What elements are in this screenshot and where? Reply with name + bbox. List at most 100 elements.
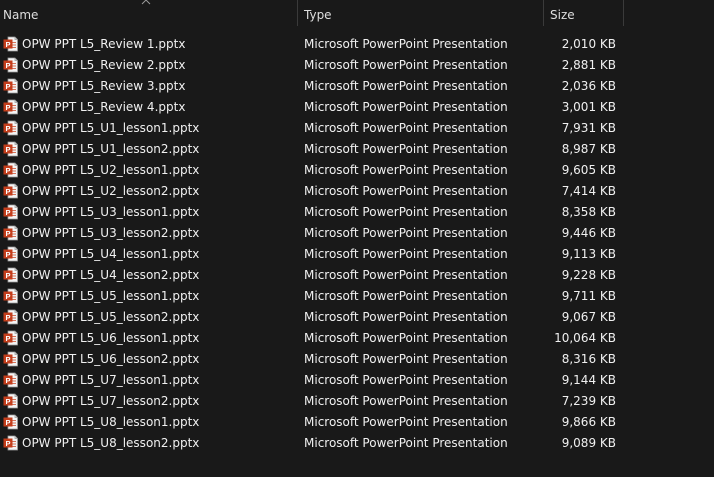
file-list: P OPW PPT L5_Review 1.pptx Microsoft Power… bbox=[0, 34, 714, 454]
file-name[interactable]: OPW PPT L5_U2_lesson2.pptx bbox=[22, 181, 199, 202]
file-row[interactable]: P OPW PPT L5_U7_lesson2.pptx Microsoft Pow… bbox=[0, 391, 714, 412]
file-type: Microsoft PowerPoint Presentation bbox=[304, 289, 508, 303]
file-size: 2,881 KB bbox=[561, 58, 616, 72]
file-name[interactable]: OPW PPT L5_Review 1.pptx bbox=[22, 34, 185, 55]
column-header-bar: Name Type Size bbox=[0, 0, 714, 28]
powerpoint-file-icon: P bbox=[3, 57, 18, 73]
file-type: Microsoft PowerPoint Presentation bbox=[304, 331, 508, 345]
file-row[interactable]: P OPW PPT L5_Review 1.pptx Microsoft Power… bbox=[0, 34, 714, 55]
svg-text:P: P bbox=[5, 40, 10, 49]
powerpoint-file-icon: P bbox=[3, 204, 18, 220]
file-size: 3,001 KB bbox=[561, 100, 616, 114]
powerpoint-file-icon: P bbox=[3, 78, 18, 94]
file-name[interactable]: OPW PPT L5_U7_lesson2.pptx bbox=[22, 391, 199, 412]
file-name[interactable]: OPW PPT L5_Review 3.pptx bbox=[22, 76, 185, 97]
file-size: 9,067 KB bbox=[561, 310, 616, 324]
svg-text:P: P bbox=[5, 418, 10, 427]
file-name[interactable]: OPW PPT L5_U8_lesson1.pptx bbox=[22, 412, 199, 433]
file-size: 9,228 KB bbox=[561, 268, 616, 282]
file-name[interactable]: OPW PPT L5_U1_lesson1.pptx bbox=[22, 118, 199, 139]
file-row[interactable]: P OPW PPT L5_U8_lesson2.pptx Microsoft Pow… bbox=[0, 433, 714, 454]
file-size: 10,064 KB bbox=[554, 331, 616, 345]
file-type: Microsoft PowerPoint Presentation bbox=[304, 79, 508, 93]
file-name[interactable]: OPW PPT L5_U4_lesson1.pptx bbox=[22, 244, 199, 265]
file-type: Microsoft PowerPoint Presentation bbox=[304, 226, 508, 240]
file-row[interactable]: P OPW PPT L5_U7_lesson1.pptx Microsoft Pow… bbox=[0, 370, 714, 391]
file-size: 7,414 KB bbox=[561, 184, 616, 198]
file-size: 9,089 KB bbox=[561, 436, 616, 450]
column-separator[interactable] bbox=[623, 0, 624, 26]
file-type: Microsoft PowerPoint Presentation bbox=[304, 247, 508, 261]
svg-text:P: P bbox=[5, 313, 10, 322]
file-size: 9,711 KB bbox=[561, 289, 616, 303]
file-name[interactable]: OPW PPT L5_U2_lesson1.pptx bbox=[22, 160, 199, 181]
file-name[interactable]: OPW PPT L5_U1_lesson2.pptx bbox=[22, 139, 199, 160]
column-separator[interactable] bbox=[543, 0, 544, 26]
file-name[interactable]: OPW PPT L5_U7_lesson1.pptx bbox=[22, 370, 199, 391]
file-type: Microsoft PowerPoint Presentation bbox=[304, 205, 508, 219]
file-size: 9,446 KB bbox=[561, 226, 616, 240]
file-row[interactable]: P OPW PPT L5_U6_lesson1.pptx Microsoft Pow… bbox=[0, 328, 714, 349]
file-type: Microsoft PowerPoint Presentation bbox=[304, 163, 508, 177]
file-size: 8,987 KB bbox=[561, 142, 616, 156]
file-size: 9,144 KB bbox=[561, 373, 616, 387]
powerpoint-file-icon: P bbox=[3, 309, 18, 325]
file-list-pane: Name Type Size P OPW PPT L5_Review 1.pptx… bbox=[0, 0, 714, 477]
file-row[interactable]: P OPW PPT L5_Review 4.pptx Microsoft Power… bbox=[0, 97, 714, 118]
file-name[interactable]: OPW PPT L5_U4_lesson2.pptx bbox=[22, 265, 199, 286]
file-type: Microsoft PowerPoint Presentation bbox=[304, 373, 508, 387]
svg-text:P: P bbox=[5, 439, 10, 448]
file-type: Microsoft PowerPoint Presentation bbox=[304, 352, 508, 366]
file-type: Microsoft PowerPoint Presentation bbox=[304, 394, 508, 408]
file-name[interactable]: OPW PPT L5_Review 2.pptx bbox=[22, 55, 185, 76]
file-name[interactable]: OPW PPT L5_Review 4.pptx bbox=[22, 97, 185, 118]
file-size: 8,358 KB bbox=[561, 205, 616, 219]
file-type: Microsoft PowerPoint Presentation bbox=[304, 310, 508, 324]
powerpoint-file-icon: P bbox=[3, 330, 18, 346]
file-row[interactable]: P OPW PPT L5_U3_lesson1.pptx Microsoft Pow… bbox=[0, 202, 714, 223]
file-row[interactable]: P OPW PPT L5_Review 3.pptx Microsoft Power… bbox=[0, 76, 714, 97]
file-row[interactable]: P OPW PPT L5_Review 2.pptx Microsoft Power… bbox=[0, 55, 714, 76]
powerpoint-file-icon: P bbox=[3, 393, 18, 409]
chevron-up-icon bbox=[141, 0, 151, 5]
powerpoint-file-icon: P bbox=[3, 351, 18, 367]
column-header-size[interactable]: Size bbox=[550, 0, 622, 28]
svg-text:P: P bbox=[5, 250, 10, 259]
svg-text:P: P bbox=[5, 334, 10, 343]
powerpoint-file-icon: P bbox=[3, 162, 18, 178]
powerpoint-file-icon: P bbox=[3, 183, 18, 199]
file-name[interactable]: OPW PPT L5_U6_lesson2.pptx bbox=[22, 349, 199, 370]
file-row[interactable]: P OPW PPT L5_U4_lesson1.pptx Microsoft Pow… bbox=[0, 244, 714, 265]
powerpoint-file-icon: P bbox=[3, 141, 18, 157]
file-row[interactable]: P OPW PPT L5_U4_lesson2.pptx Microsoft Pow… bbox=[0, 265, 714, 286]
file-row[interactable]: P OPW PPT L5_U8_lesson1.pptx Microsoft Pow… bbox=[0, 412, 714, 433]
file-size: 9,605 KB bbox=[561, 163, 616, 177]
powerpoint-file-icon: P bbox=[3, 267, 18, 283]
svg-text:P: P bbox=[5, 124, 10, 133]
file-name[interactable]: OPW PPT L5_U5_lesson2.pptx bbox=[22, 307, 199, 328]
file-name[interactable]: OPW PPT L5_U6_lesson1.pptx bbox=[22, 328, 199, 349]
powerpoint-file-icon: P bbox=[3, 414, 18, 430]
file-row[interactable]: P OPW PPT L5_U5_lesson2.pptx Microsoft Pow… bbox=[0, 307, 714, 328]
svg-text:P: P bbox=[5, 229, 10, 238]
column-separator[interactable] bbox=[297, 0, 298, 26]
file-name[interactable]: OPW PPT L5_U3_lesson2.pptx bbox=[22, 223, 199, 244]
file-row[interactable]: P OPW PPT L5_U2_lesson1.pptx Microsoft Pow… bbox=[0, 160, 714, 181]
svg-text:P: P bbox=[5, 397, 10, 406]
file-row[interactable]: P OPW PPT L5_U2_lesson2.pptx Microsoft Pow… bbox=[0, 181, 714, 202]
svg-text:P: P bbox=[5, 355, 10, 364]
file-row[interactable]: P OPW PPT L5_U1_lesson2.pptx Microsoft Pow… bbox=[0, 139, 714, 160]
file-name[interactable]: OPW PPT L5_U3_lesson1.pptx bbox=[22, 202, 199, 223]
powerpoint-file-icon: P bbox=[3, 120, 18, 136]
file-row[interactable]: P OPW PPT L5_U1_lesson1.pptx Microsoft Pow… bbox=[0, 118, 714, 139]
file-name[interactable]: OPW PPT L5_U5_lesson1.pptx bbox=[22, 286, 199, 307]
file-row[interactable]: P OPW PPT L5_U5_lesson1.pptx Microsoft Pow… bbox=[0, 286, 714, 307]
file-row[interactable]: P OPW PPT L5_U3_lesson2.pptx Microsoft Pow… bbox=[0, 223, 714, 244]
svg-text:P: P bbox=[5, 82, 10, 91]
column-header-type[interactable]: Type bbox=[304, 0, 542, 28]
powerpoint-file-icon: P bbox=[3, 36, 18, 52]
svg-text:P: P bbox=[5, 376, 10, 385]
file-row[interactable]: P OPW PPT L5_U6_lesson2.pptx Microsoft Pow… bbox=[0, 349, 714, 370]
svg-text:P: P bbox=[5, 166, 10, 175]
file-name[interactable]: OPW PPT L5_U8_lesson2.pptx bbox=[22, 433, 199, 454]
